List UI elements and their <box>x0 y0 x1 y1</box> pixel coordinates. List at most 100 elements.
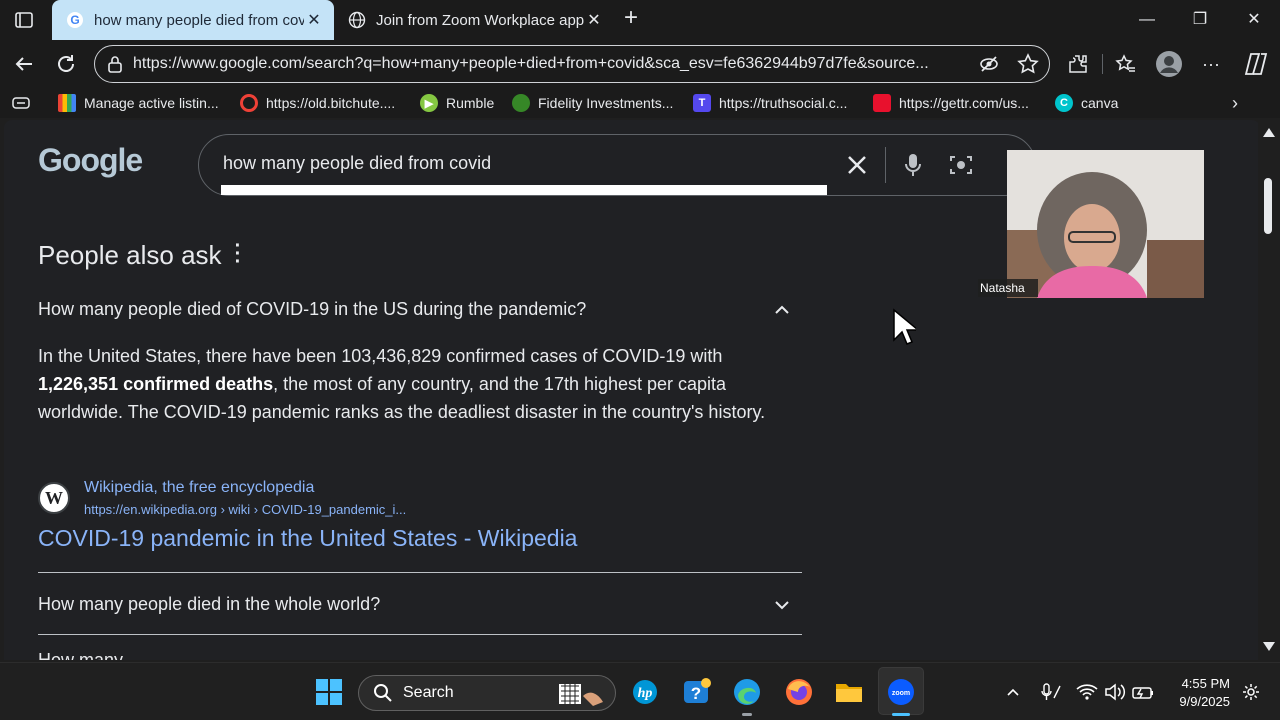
extensions-icon[interactable] <box>1066 52 1090 76</box>
edge-icon[interactable] <box>732 677 762 707</box>
bookmark-bitchute[interactable]: https://old.bitchute.... <box>240 92 395 114</box>
people-also-ask-heading: People also ask <box>38 240 222 270</box>
question-us-deaths[interactable]: How many people died of COVID-19 in the … <box>38 299 586 320</box>
windows-start-icon[interactable] <box>314 677 344 707</box>
divider <box>1102 54 1103 74</box>
bookmark-manage-listings[interactable]: Manage active listin... <box>58 92 219 114</box>
fidelity-icon <box>512 94 530 112</box>
chevron-right-icon[interactable]: › <box>1232 93 1248 113</box>
taskbar: Search hp ? zoom 4:55 PM 9/9/2025 <box>0 662 1280 720</box>
bookmark-truthsocial[interactable]: T https://truthsocial.c... <box>693 92 847 114</box>
chevron-down-icon[interactable] <box>772 595 792 615</box>
svg-text:hp: hp <box>638 686 653 701</box>
firefox-icon[interactable] <box>784 677 814 707</box>
search-box[interactable]: how many people died from covid <box>198 134 1036 196</box>
profile-avatar-icon[interactable] <box>1155 50 1183 78</box>
zoom-icon[interactable]: zoom <box>886 677 916 707</box>
chevron-up-icon[interactable] <box>998 677 1028 707</box>
gettr-icon <box>873 94 891 112</box>
microphone-status-icon[interactable] <box>1036 677 1066 707</box>
wifi-icon[interactable] <box>1072 677 1102 707</box>
favorite-star-icon[interactable] <box>1017 53 1039 75</box>
restore-icon[interactable]: ❐ <box>1188 8 1212 32</box>
google-favicon-icon: G <box>66 11 84 29</box>
tab-actions-icon[interactable] <box>14 10 34 30</box>
scrollbar[interactable] <box>1258 120 1280 660</box>
more-options-icon[interactable]: · · · <box>230 236 246 272</box>
address-bar[interactable]: https://www.google.com/search?q=how+many… <box>94 45 1050 83</box>
participant-video-image <box>1007 150 1204 298</box>
scroll-up-icon[interactable] <box>1263 128 1275 137</box>
camera-search-icon[interactable] <box>947 151 975 179</box>
close-window-icon[interactable]: ✕ <box>1242 8 1266 32</box>
refresh-icon[interactable] <box>54 52 78 76</box>
scroll-down-icon[interactable] <box>1263 642 1275 651</box>
system-clock[interactable]: 4:55 PM 9/9/2025 <box>1170 675 1230 711</box>
svg-text:zoom: zoom <box>892 690 910 697</box>
source-title-link[interactable]: COVID-19 pandemic in the United States -… <box>38 525 577 552</box>
zoom-video-feed[interactable] <box>1007 150 1204 298</box>
get-help-icon[interactable]: ? <box>682 677 712 707</box>
source-url[interactable]: https://en.wikipedia.org › wiki › COVID-… <box>84 502 406 517</box>
volume-icon[interactable] <box>1100 677 1130 707</box>
multicolor-grid-icon <box>58 94 76 112</box>
globe-icon <box>348 11 366 29</box>
copilot-icon[interactable] <box>1242 50 1270 78</box>
favorites-icon[interactable] <box>1114 52 1138 76</box>
svg-text:?: ? <box>691 684 701 703</box>
more-menu-icon[interactable]: ··· <box>1199 52 1223 76</box>
divider <box>38 572 802 573</box>
new-tab-icon[interactable]: + <box>624 6 644 31</box>
back-icon[interactable] <box>12 52 36 76</box>
notification-settings-icon[interactable] <box>1236 677 1266 707</box>
site-info-icon[interactable] <box>107 55 123 73</box>
taskbar-search-label: Search <box>403 684 454 701</box>
microphone-icon[interactable] <box>901 151 925 179</box>
search-highlight-bar <box>221 185 827 195</box>
answer-highlight: 1,226,351 confirmed deaths <box>38 374 274 394</box>
tab-zoom[interactable]: Join from Zoom Workplace app - ✕ <box>334 0 614 40</box>
answer-text: In the United States, there have been 10… <box>38 346 766 422</box>
tab-close-icon[interactable]: ✕ <box>304 10 324 30</box>
tab-close-icon[interactable]: ✕ <box>584 10 604 30</box>
tab-label: Join from Zoom Workplace app - <box>376 11 584 29</box>
search-icon <box>373 683 393 703</box>
rumble-icon: ▶ <box>420 94 438 112</box>
clock-time: 4:55 PM <box>1181 676 1230 691</box>
divider <box>885 147 886 183</box>
tab-google-search[interactable]: G how many people died from covi ✕ <box>52 0 334 40</box>
file-explorer-icon[interactable] <box>834 677 864 707</box>
minimize-icon[interactable]: — <box>1135 8 1159 32</box>
search-input[interactable]: how many people died from covid <box>223 153 491 174</box>
participant-name: Natasha <box>978 279 1038 297</box>
taskbar-search[interactable]: Search <box>358 675 616 711</box>
google-logo[interactable]: Google <box>38 142 143 179</box>
clear-search-icon[interactable] <box>843 151 871 179</box>
mouse-cursor-icon <box>892 308 921 346</box>
active-indicator <box>742 713 752 716</box>
tab-label: how many people died from covi <box>94 11 304 29</box>
wikipedia-icon: W <box>38 482 70 514</box>
bookmark-fidelity[interactable]: Fidelity Investments... <box>512 92 673 114</box>
divider <box>38 634 802 635</box>
url-text: https://www.google.com/search?q=how+many… <box>133 55 929 72</box>
bitchute-icon <box>240 94 258 112</box>
question-partial[interactable]: How many ... <box>38 650 143 660</box>
bookmark-canva[interactable]: C canva <box>1055 92 1118 114</box>
battery-icon[interactable] <box>1128 677 1158 707</box>
question-world-deaths[interactable]: How many people died in the whole world? <box>38 594 380 615</box>
truthsocial-icon: T <box>693 94 711 112</box>
active-indicator <box>892 713 910 716</box>
tracking-prevention-icon[interactable] <box>979 54 999 74</box>
bookmark-rumble[interactable]: ▶ Rumble <box>420 92 494 114</box>
bookmarks-bar: Manage active listin... https://old.bitc… <box>0 88 1280 118</box>
scroll-thumb[interactable] <box>1264 178 1272 234</box>
source-name[interactable]: Wikipedia, the free encyclopedia <box>84 479 314 497</box>
bookmark-gettr[interactable]: https://gettr.com/us... <box>873 92 1029 114</box>
chevron-up-icon[interactable] <box>772 300 792 320</box>
hp-icon[interactable]: hp <box>630 677 660 707</box>
canva-icon: C <box>1055 94 1073 112</box>
reading-list-icon[interactable] <box>12 95 30 111</box>
clock-date: 9/9/2025 <box>1179 694 1230 709</box>
title-bar: G how many people died from covi ✕ Join … <box>0 0 1280 40</box>
